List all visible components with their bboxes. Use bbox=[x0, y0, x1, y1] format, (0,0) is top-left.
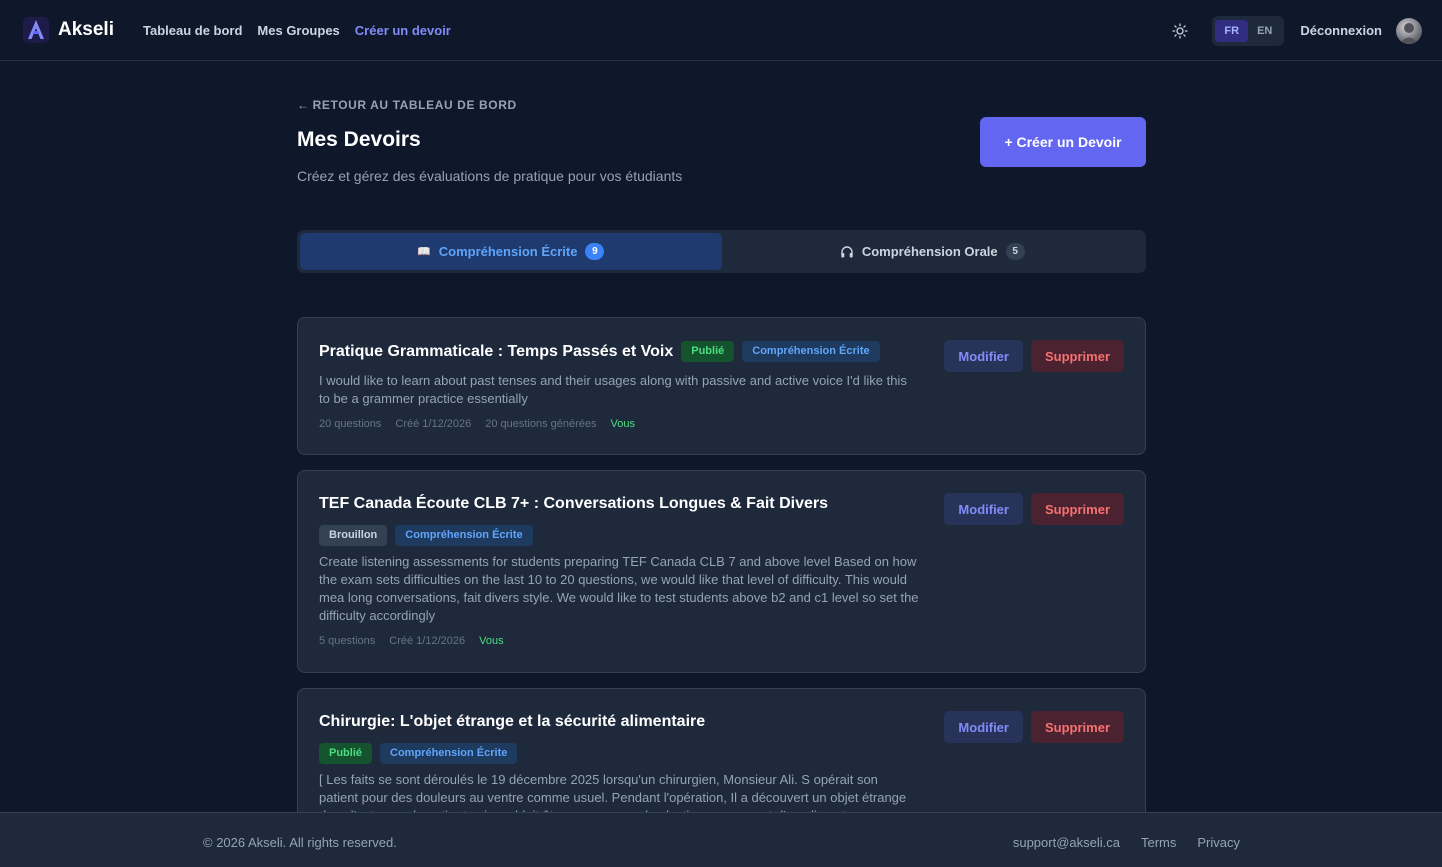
app-name: Akseli bbox=[58, 19, 114, 40]
user-avatar-icon bbox=[1400, 22, 1418, 43]
card-actions: Modifier Supprimer bbox=[944, 340, 1124, 372]
logo-icon bbox=[23, 17, 49, 43]
footer: © 2026 Akseli. All rights reserved. supp… bbox=[0, 812, 1442, 867]
assignment-meta: 5 questions Créé 1/12/2026 Vous bbox=[319, 635, 504, 647]
question-count: 20 questions bbox=[319, 418, 382, 430]
card-actions: Modifier Supprimer bbox=[944, 711, 1124, 743]
nav-item-groups[interactable]: Mes Groupes bbox=[257, 23, 339, 38]
page-subtitle: Créez et gérez des évaluations de pratiq… bbox=[297, 168, 683, 184]
delete-button[interactable]: Supprimer bbox=[1030, 340, 1124, 372]
language-switcher: FR EN bbox=[1212, 15, 1285, 46]
type-badge: Compréhension Écrite bbox=[742, 341, 880, 362]
assignment-type-tabs: 📖 Compréhension Écrite 9 Compréhension O… bbox=[297, 230, 1146, 273]
assignment-card: Pratique Grammaticale : Temps Passés et … bbox=[297, 317, 1146, 455]
main-nav: Tableau de bord Mes Groupes Créer un dev… bbox=[143, 23, 451, 38]
footer-links: support@akseli.ca Terms Privacy bbox=[1013, 835, 1240, 850]
question-count: 5 questions bbox=[319, 635, 376, 647]
type-badge: Compréhension Écrite bbox=[395, 525, 533, 546]
assignment-list: Pratique Grammaticale : Temps Passés et … bbox=[297, 317, 1146, 812]
nav-item-dashboard[interactable]: Tableau de bord bbox=[143, 23, 242, 38]
headphones-icon bbox=[841, 245, 853, 257]
owner-label: Vous bbox=[610, 418, 636, 430]
assignment-meta: 20 questions Créé 1/12/2026 20 questions… bbox=[319, 418, 635, 430]
create-assignment-button[interactable]: + Créer un Devoir bbox=[980, 117, 1146, 167]
lang-en-button[interactable]: EN bbox=[1248, 20, 1281, 42]
assignment-card: TEF Canada Écoute CLB 7+ : Conversations… bbox=[297, 470, 1146, 673]
status-badge: Publié bbox=[681, 341, 735, 362]
nav-item-create-assignment[interactable]: Créer un devoir bbox=[355, 23, 451, 38]
generated-count: 20 questions générées bbox=[485, 418, 597, 430]
assignment-title: TEF Canada Écoute CLB 7+ : Conversations… bbox=[319, 495, 828, 512]
assignment-description: Create listening assessments for student… bbox=[319, 554, 919, 623]
avatar[interactable] bbox=[1396, 17, 1422, 44]
card-actions: Modifier Supprimer bbox=[944, 493, 1124, 525]
status-badge: Publié bbox=[319, 743, 373, 764]
owner-label: Vous bbox=[479, 635, 504, 647]
created-date: Créé 1/12/2026 bbox=[395, 418, 472, 430]
back-link-label: RETOUR AU TABLEAU DE BORD bbox=[312, 98, 517, 112]
logout-button[interactable]: Déconnexion bbox=[1300, 23, 1382, 38]
support-email-link[interactable]: support@akseli.ca bbox=[1013, 835, 1120, 850]
tab-label: Compréhension Écrite bbox=[438, 244, 578, 259]
edit-button[interactable]: Modifier bbox=[944, 493, 1023, 525]
page-title: Mes Devoirs bbox=[297, 128, 421, 151]
copyright: © 2026 Akseli. All rights reserved. bbox=[203, 835, 397, 850]
created-date: Créé 1/12/2026 bbox=[389, 635, 466, 647]
book-icon: 📖 bbox=[417, 246, 431, 258]
assignment-title: Chirurgie: L'objet étrange et la sécurit… bbox=[319, 713, 706, 730]
status-badge: Brouillon bbox=[319, 525, 388, 546]
header-actions: FR EN Déconnexion bbox=[1170, 0, 1422, 61]
edit-button[interactable]: Modifier bbox=[944, 711, 1023, 743]
type-badge: Compréhension Écrite bbox=[380, 743, 518, 764]
sun-icon bbox=[1172, 22, 1189, 39]
terms-link[interactable]: Terms bbox=[1141, 835, 1176, 850]
assignment-title: Pratique Grammaticale : Temps Passés et … bbox=[319, 342, 674, 360]
theme-toggle-button[interactable] bbox=[1170, 21, 1190, 41]
back-to-dashboard-link[interactable]: ← RETOUR AU TABLEAU DE BORD bbox=[297, 98, 517, 112]
logo[interactable]: Akseli bbox=[23, 17, 114, 43]
delete-button[interactable]: Supprimer bbox=[1030, 493, 1124, 525]
edit-button[interactable]: Modifier bbox=[944, 340, 1023, 372]
top-header: Akseli Tableau de bord Mes Groupes Créer… bbox=[0, 0, 1442, 61]
assignment-description: I would like to learn about past tenses … bbox=[319, 373, 907, 406]
tab-count-badge: 9 bbox=[585, 243, 605, 260]
tab-oral-comprehension[interactable]: Compréhension Orale 5 bbox=[722, 233, 1144, 270]
arrow-left-icon: ← bbox=[297, 98, 310, 112]
tab-written-comprehension[interactable]: 📖 Compréhension Écrite 9 bbox=[300, 233, 722, 270]
delete-button[interactable]: Supprimer bbox=[1030, 711, 1124, 743]
lang-fr-button[interactable]: FR bbox=[1215, 19, 1249, 42]
tab-label: Compréhension Orale bbox=[861, 244, 998, 259]
tab-count-badge: 5 bbox=[1005, 243, 1025, 260]
privacy-link[interactable]: Privacy bbox=[1197, 835, 1240, 850]
assignment-card: Chirurgie: L'objet étrange et la sécurit… bbox=[297, 688, 1146, 812]
assignment-description: [ Les faits se sont déroulés le 19 décem… bbox=[319, 772, 907, 812]
